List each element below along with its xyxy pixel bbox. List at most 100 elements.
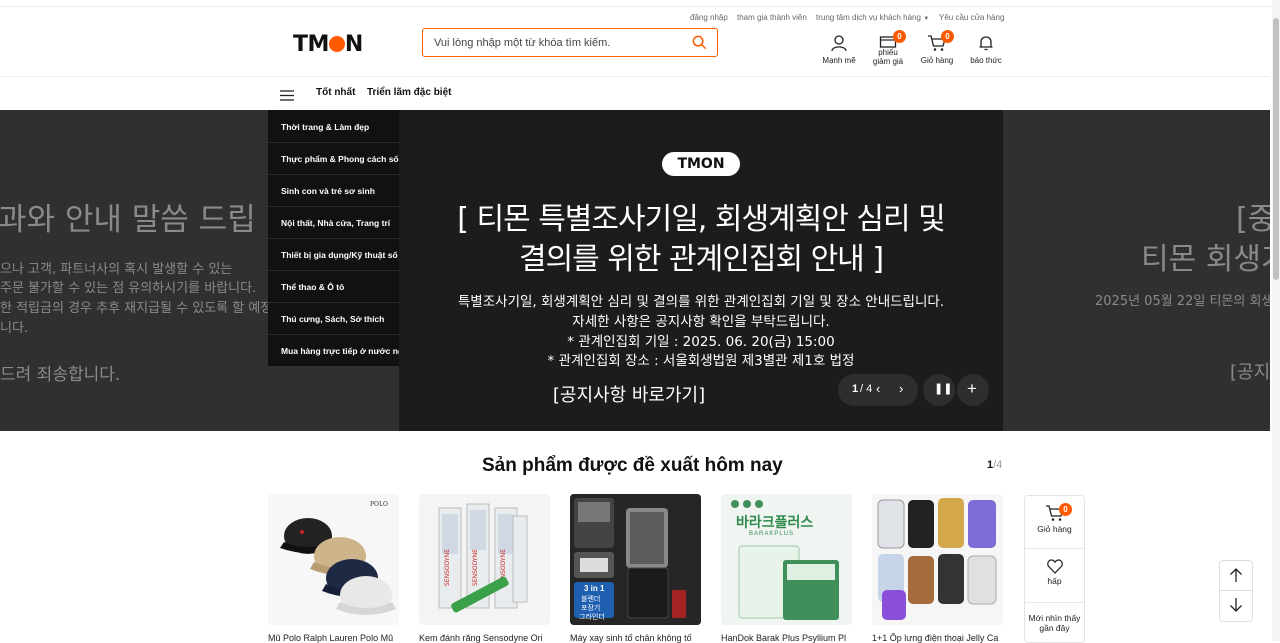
heart-icon <box>1046 559 1063 574</box>
next-slide-preview[interactable]: [중 티몬 회생기 2025년 05월 22일 티몬의 회생 [공지 <box>1003 110 1270 431</box>
sidebox-recent-label-2: gần đây <box>1039 623 1070 633</box>
product-name[interactable]: HanDok Barak Plus Psyllium Pl <box>721 633 849 643</box>
bell-icon <box>979 36 993 51</box>
pager-total: /4 <box>993 459 1003 471</box>
pause-button[interactable]: ❚❚ <box>923 374 955 406</box>
next-arrow-icon[interactable]: › <box>899 381 903 396</box>
sidebox-cart-badge: 0 <box>1059 503 1072 516</box>
category-item[interactable]: Thể thao & Ô tô <box>281 282 399 292</box>
sidebox-recent-button[interactable]: Mới nhìn thấy gần đây <box>1025 613 1084 633</box>
slide-logo: TMON <box>662 152 740 176</box>
tmon-logo[interactable]: TM N <box>293 32 363 57</box>
sidebox-wish-label: hấp <box>1047 576 1062 586</box>
nav-best[interactable]: Tốt nhất <box>316 87 355 98</box>
product-card[interactable] <box>872 494 1003 625</box>
cart-badge: 0 <box>941 30 954 43</box>
sidebox-cart-button[interactable]: 0 Giỏ hàng <box>1025 503 1084 534</box>
divider <box>268 270 399 271</box>
slide-title-line2: 결의를 위한 관계인집회 안내 ] <box>518 242 884 277</box>
product-name[interactable]: 1+1 Ốp lưng điện thoại Jelly Ca <box>872 633 1000 643</box>
product-name[interactable]: Kem đánh răng Sensodyne Ori <box>419 633 547 643</box>
search-input[interactable] <box>432 36 686 50</box>
divider <box>1025 602 1084 603</box>
scrollbar-thumb[interactable] <box>1273 18 1279 280</box>
slide-text-line2: 자세한 사항은 공지사항 확인을 부탁드립니다. <box>572 314 830 330</box>
category-item[interactable]: Thiết bị gia dụng/Kỹ thuật số <box>281 250 399 260</box>
alarm-label: báo thức <box>970 56 1002 65</box>
search-icon[interactable] <box>692 35 707 55</box>
login-link[interactable]: đăng nhập <box>690 13 728 22</box>
cart-label: Giỏ hàng <box>920 56 954 65</box>
svg-text:POLO: POLO <box>370 501 388 508</box>
signup-link[interactable]: tham gia thành viên <box>737 13 807 22</box>
prev-slide-line3: 한 적립금의 경우 추후 재지급될 수 있도록 할 예정 <box>0 301 273 316</box>
logo-text-n: N <box>344 32 363 57</box>
product-card[interactable]: 바라크플러스 BARAKPLUS <box>721 494 852 625</box>
next-slide-title1: [중 <box>1236 202 1270 237</box>
notice-link[interactable]: [공지사항 바로가기] <box>399 381 859 407</box>
category-item[interactable]: Thực phẩm & Phong cách sống <box>281 154 399 164</box>
sidebox-cart-label: Giỏ hàng <box>1037 524 1072 534</box>
prev-slide-line4: 니다. <box>0 321 29 336</box>
alarm-button[interactable]: báo thức <box>968 34 1004 65</box>
cart-button[interactable]: 0 Giỏ hàng <box>920 30 954 65</box>
slide-counter-total: / 4 <box>860 383 873 395</box>
category-item[interactable]: Nội thất, Nhà cửa, Trang trí <box>281 218 399 228</box>
product-name[interactable]: Máy xay sinh tố chân không tố <box>570 633 698 643</box>
supplement-label-2: BARAKPLUS <box>749 531 795 537</box>
divider <box>268 206 399 207</box>
blender-label-4: 그라인더 <box>579 614 605 621</box>
category-item[interactable]: Thú cưng, Sách, Sở thích <box>281 314 399 324</box>
slide-text-line4: * 관계인집회 장소 : 서울회생법원 제3별관 제1호 법정 <box>547 353 855 369</box>
plus-icon: + <box>967 379 977 398</box>
cap-image: POLO <box>268 494 399 625</box>
store-request-link[interactable]: Yêu cầu cửa hàng <box>939 13 1004 22</box>
search-box <box>422 28 718 57</box>
sidebox-recent-label-1: Mới nhìn thấy <box>1028 613 1081 623</box>
divider <box>268 142 399 143</box>
arrow-up-icon[interactable] <box>1229 567 1243 588</box>
current-slide[interactable]: TMON [ 티몬 특별조사기일, 회생계획안 심리 및 결의를 위한 관계인집… <box>399 110 1003 431</box>
my-account-button[interactable]: Mạnh mẽ <box>822 34 856 65</box>
divider <box>268 238 399 239</box>
expand-button[interactable]: + <box>957 374 989 406</box>
hero-carousel: 과와 안내 말씀 드립 으나 고객, 파트너사의 혹시 발생할 수 있는 주문 … <box>0 110 1270 431</box>
chevron-down-icon: ▼ <box>923 16 930 22</box>
recommended-title: Sản phẩm được đề xuất hôm nay <box>482 455 783 476</box>
next-slide-line2: [공지 <box>1230 362 1270 383</box>
category-menu: Thời trang & Làm đẹp Thực phẩm & Phong c… <box>268 110 399 366</box>
next-slide-line1: 2025년 05월 22일 티몬의 회생 <box>1095 294 1270 309</box>
product-card[interactable]: POLO <box>268 494 399 625</box>
slide-counter-control: 1 / 4 ‹ › <box>838 374 918 406</box>
scroll-buttons <box>1219 560 1253 622</box>
slide-text-line1: 특별조사기일, 회생계획안 심리 및 결의를 위한 관계인집회 기일 및 장소 … <box>457 294 945 310</box>
logo-text-tm: TM <box>293 32 329 57</box>
blender-label-1: 3 in 1 <box>584 584 605 593</box>
pause-icon: ❚❚ <box>934 383 953 395</box>
browser-top-strip <box>0 0 1280 7</box>
prev-slide-title: 과와 안내 말씀 드립 <box>0 202 256 238</box>
customer-service-link[interactable]: trung tâm dịch vụ khách hàng ▼ <box>816 13 929 22</box>
svg-text:SENSODYNE: SENSODYNE <box>472 549 479 586</box>
product-card[interactable]: SENSODYNE SENSODYNE SENSODYNE <box>419 494 550 625</box>
sidebox-wish-button[interactable]: hấp <box>1025 559 1084 586</box>
nav-exhibition[interactable]: Triển lãm đặc biệt <box>367 87 451 98</box>
product-card[interactable]: 3 in 1 블렌더 포장기 그라인더 <box>570 494 701 625</box>
customer-service-label: trung tâm dịch vụ khách hàng <box>816 13 921 22</box>
menu-icon[interactable] <box>280 88 294 106</box>
category-item[interactable]: Thời trang & Làm đẹp <box>281 122 399 132</box>
category-item[interactable]: Sinh con và trẻ sơ sinh <box>281 186 399 196</box>
prev-slide-line5: 드려 죄송합니다. <box>0 365 121 385</box>
phone-case-image <box>872 494 1003 625</box>
divider <box>268 174 399 175</box>
category-item[interactable]: Mua hàng trực tiếp ở nước ngoài <box>281 346 399 356</box>
recommended-pager: 1/4 <box>987 459 1002 471</box>
divider <box>268 334 399 335</box>
coupon-button[interactable]: 0 phiếu giảm giá <box>872 30 906 66</box>
arrow-down-icon[interactable] <box>1229 597 1243 618</box>
slide-text-line3: * 관계인집회 기일 : 2025. 06. 20(금) 15:00 <box>567 334 835 350</box>
prev-slide-line1: 으나 고객, 파트너사의 혹시 발생할 수 있는 <box>0 262 233 277</box>
product-name[interactable]: Mũ Polo Ralph Lauren Polo Mũ <box>268 633 396 643</box>
divider <box>268 302 399 303</box>
prev-arrow-icon[interactable]: ‹ <box>876 381 880 396</box>
